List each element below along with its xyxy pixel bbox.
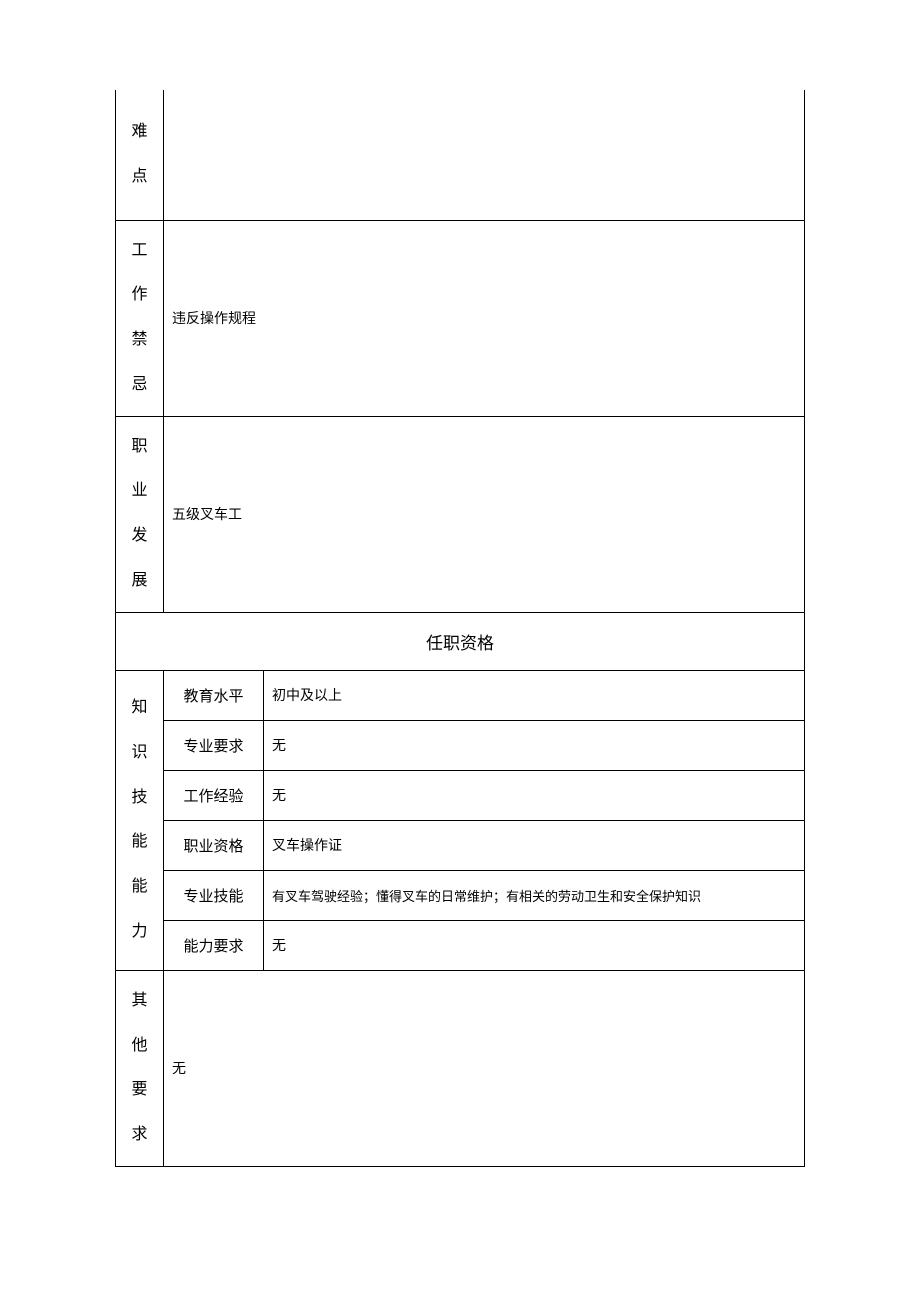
label-career: 职 业 发 展	[116, 416, 164, 612]
label-other: 其 他 要 求	[116, 970, 164, 1166]
cell-career-value: 五级叉车工	[164, 416, 805, 612]
cell-other-value: 无	[164, 970, 805, 1166]
qual-value: 叉车操作证	[264, 820, 805, 870]
qual-sublabel: 能力要求	[164, 920, 264, 970]
table-row-difficulty: 难 点	[116, 90, 805, 220]
qual-sublabel: 工作经验	[164, 770, 264, 820]
table-row-qual: 知 识 技 能 能 力 教育水平 初中及以上	[116, 670, 805, 720]
qual-value: 初中及以上	[264, 670, 805, 720]
label-qual-group: 知 识 技 能 能 力	[116, 670, 164, 970]
cell-taboo-value: 违反操作规程	[164, 220, 805, 416]
table-row-taboo: 工 作 禁 忌 违反操作规程	[116, 220, 805, 416]
section-header: 任职资格	[116, 612, 805, 670]
table-row-section-header: 任职资格	[116, 612, 805, 670]
qual-value: 无	[264, 770, 805, 820]
label-difficulty: 难 点	[116, 90, 164, 220]
qual-sublabel: 专业要求	[164, 720, 264, 770]
table-row-other: 其 他 要 求 无	[116, 970, 805, 1166]
table-row-qual: 能力要求 无	[116, 920, 805, 970]
cell-difficulty-value	[164, 90, 805, 220]
qual-sublabel: 教育水平	[164, 670, 264, 720]
qual-sublabel: 职业资格	[164, 820, 264, 870]
table-row-qual: 专业技能 有叉车驾驶经验；懂得叉车的日常维护；有相关的劳动卫生和安全保护知识	[116, 870, 805, 920]
table-row-career: 职 业 发 展 五级叉车工	[116, 416, 805, 612]
table-row-qual: 职业资格 叉车操作证	[116, 820, 805, 870]
qual-value: 无	[264, 920, 805, 970]
table-row-qual: 专业要求 无	[116, 720, 805, 770]
qual-sublabel: 专业技能	[164, 870, 264, 920]
job-spec-table: 难 点 工 作 禁 忌 违反操作规程 职 业 发 展 五级叉车工	[115, 90, 805, 1167]
qual-value: 有叉车驾驶经验；懂得叉车的日常维护；有相关的劳动卫生和安全保护知识	[264, 870, 805, 920]
qual-value: 无	[264, 720, 805, 770]
table-row-qual: 工作经验 无	[116, 770, 805, 820]
label-taboo: 工 作 禁 忌	[116, 220, 164, 416]
